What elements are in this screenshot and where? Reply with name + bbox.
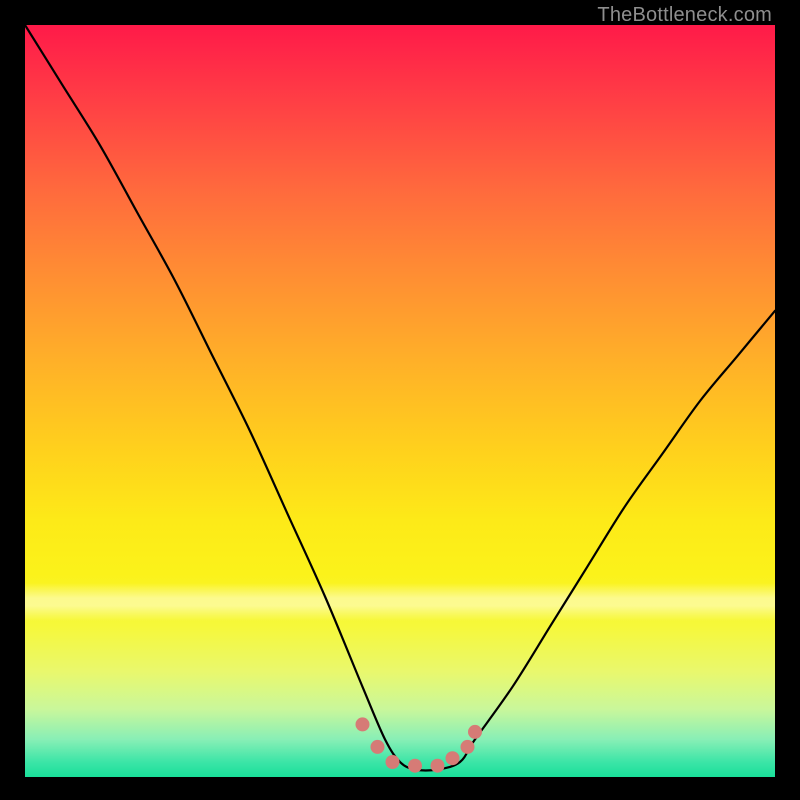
optimal-marker [431,759,445,773]
chart-frame: TheBottleneck.com [0,0,800,800]
optimal-marker [386,755,400,769]
optimal-marker [356,717,370,731]
optimal-marker [371,740,385,754]
optimal-marker [446,751,460,765]
bottleneck-curve [25,25,775,770]
optimal-marker [408,759,422,773]
optimal-zone-markers [356,717,483,772]
watermark-text: TheBottleneck.com [597,4,772,27]
curve-layer [25,25,775,777]
plot-area [25,25,775,777]
optimal-marker [468,725,482,739]
optimal-marker [461,740,475,754]
